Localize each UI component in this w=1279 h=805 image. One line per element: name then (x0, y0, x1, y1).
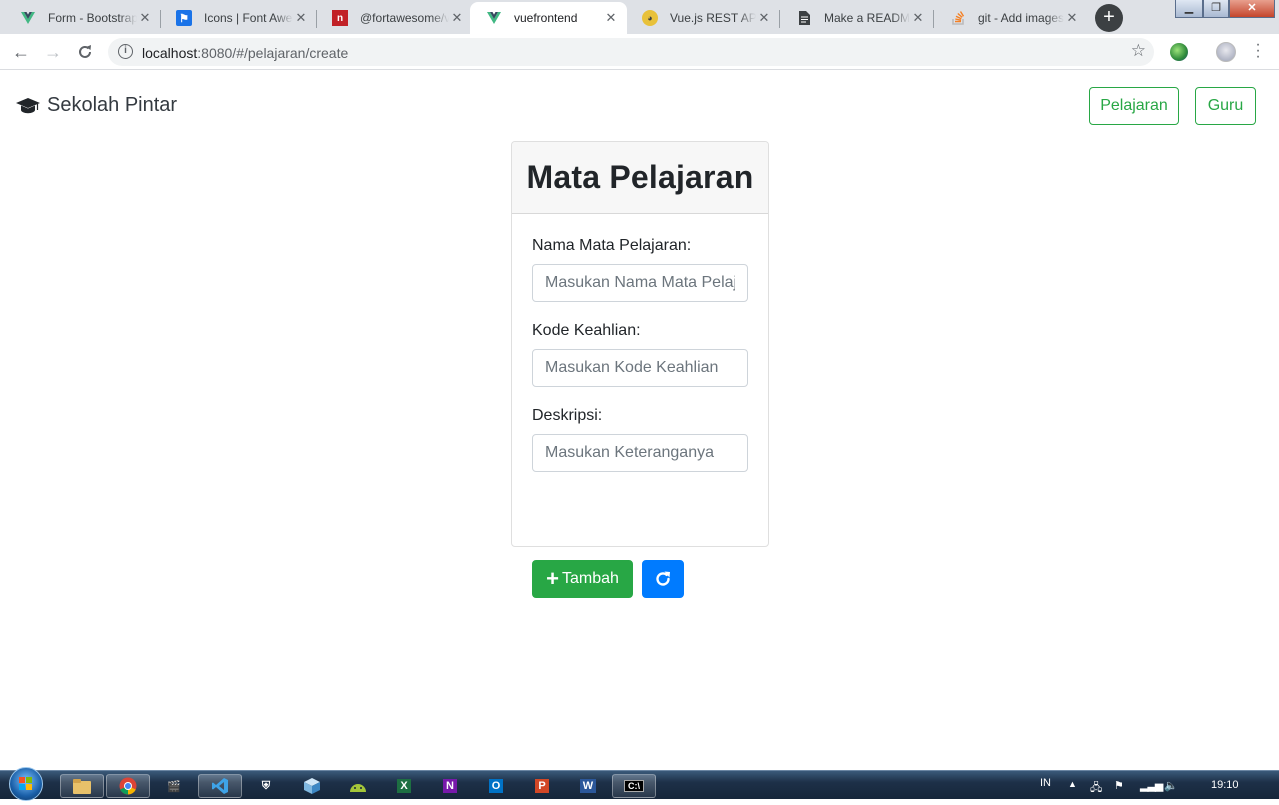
chrome-taskbar-icon[interactable] (106, 774, 150, 798)
signal-icon[interactable]: ▂▃▅ (1140, 779, 1163, 792)
url-text: localhost:8080/#/pelajaran/create (142, 45, 349, 61)
onenote-taskbar-icon[interactable]: N (428, 774, 472, 798)
nama-mata-pelajaran-label: Nama Mata Pelajaran: (532, 237, 692, 254)
back-button[interactable]: ← (9, 40, 33, 64)
bird-icon: ◕ (642, 10, 658, 26)
nav-pelajaran-button[interactable]: Pelajaran (1089, 87, 1179, 125)
close-tab-icon[interactable]: ✕ (449, 10, 465, 26)
language-indicator[interactable]: IN (1040, 777, 1051, 789)
deskripsi-label: Deskripsi: (532, 407, 603, 424)
powerpoint-taskbar-icon[interactable]: P (520, 774, 564, 798)
reload-button[interactable] (73, 40, 97, 64)
close-window-button[interactable]: ✕ (1229, 0, 1275, 18)
brand[interactable]: Sekolah Pintar (16, 94, 177, 117)
form-card: Mata Pelajaran Nama Mata Pelajaran: Kode… (511, 141, 769, 598)
npm-icon: n (332, 10, 348, 26)
tab-icons-font-awesome[interactable]: ⚑ Icons | Font Awesome ✕ (160, 2, 317, 34)
close-tab-icon[interactable]: ✕ (756, 10, 772, 26)
outlook-taskbar-icon[interactable]: O (474, 774, 518, 798)
redo-icon (656, 571, 670, 586)
bookmark-star-icon[interactable]: ☆ (1131, 41, 1146, 61)
word-taskbar-icon[interactable]: W (566, 774, 610, 798)
tab-form-bootstrap[interactable]: Form - Bootstrap ✕ (4, 2, 161, 34)
excel-taskbar-icon[interactable]: X (382, 774, 426, 798)
tambah-label: Tambah (561, 570, 619, 587)
close-tab-icon[interactable]: ✕ (603, 10, 619, 26)
android-taskbar-icon[interactable] (336, 774, 380, 798)
document-icon (796, 10, 812, 26)
show-hidden-icons-icon[interactable]: ▲ (1068, 779, 1077, 789)
kode-keahlian-label: Kode Keahlian: (532, 322, 641, 339)
reload-icon (79, 45, 91, 58)
windows-taskbar: 🎬 ⛨ X N O P W C:\ IN ▲ 🖧 ⚑ ▂▃▅ 🔈 19:10 (0, 767, 1279, 801)
maximize-window-button[interactable]: ❐ (1203, 0, 1229, 18)
close-tab-icon[interactable]: ✕ (293, 10, 309, 26)
windows-logo-icon (19, 777, 32, 790)
browser-menu-icon[interactable]: · · · (1253, 37, 1263, 65)
tab-vuefrontend[interactable]: vuefrontend ✕ (470, 2, 627, 34)
vue-icon (20, 10, 36, 26)
tambah-button[interactable]: + Tambah (532, 560, 633, 598)
plus-icon: + (546, 566, 559, 591)
vue-devtools-taskbar-icon[interactable]: ⛨ (244, 774, 288, 798)
nav-guru-button[interactable]: Guru (1195, 87, 1256, 125)
reset-button[interactable] (642, 560, 684, 598)
tab-vuejs-rest-api[interactable]: ◕ Vue.js REST API CRUD ✕ (626, 2, 780, 34)
volume-icon[interactable]: 🔈 (1164, 779, 1178, 792)
forward-button[interactable]: → (41, 40, 65, 64)
profile-avatar[interactable] (1216, 42, 1236, 62)
start-button[interactable] (9, 767, 43, 801)
explorer-taskbar-icon[interactable] (60, 774, 104, 798)
address-bar[interactable]: i localhost:8080/#/pelajaran/create ☆ (108, 38, 1154, 66)
vscode-taskbar-icon[interactable] (198, 774, 242, 798)
clock[interactable]: 19:10 (1211, 779, 1239, 791)
tab-strip: Form - Bootstrap ✕ ⚑ Icons | Font Awesom… (0, 0, 1279, 34)
browser-toolbar: ← → i localhost:8080/#/pelajaran/create … (0, 34, 1279, 70)
info-icon[interactable]: i (118, 44, 133, 59)
brand-name: Sekolah Pintar (47, 94, 178, 116)
network-error-icon[interactable]: 🖧 (1090, 779, 1102, 798)
vue-icon (486, 10, 502, 26)
deskripsi-input[interactable] (532, 434, 748, 472)
new-tab-button[interactable]: + (1095, 4, 1123, 32)
tab-fortawesome[interactable]: n @fortawesome/vue-fontawesome ✕ (316, 2, 473, 34)
graduation-cap-icon (16, 97, 40, 113)
close-tab-icon[interactable]: ✕ (1064, 10, 1080, 26)
extension-globe-icon[interactable] (1170, 43, 1188, 61)
nama-mata-pelajaran-input[interactable] (532, 264, 748, 302)
close-tab-icon[interactable]: ✕ (910, 10, 926, 26)
card-header: Mata Pelajaran (512, 142, 768, 214)
box-taskbar-icon[interactable] (290, 774, 334, 798)
tab-make-readme[interactable]: Make a README ✕ (780, 2, 934, 34)
clapper-taskbar-icon[interactable]: 🎬 (152, 774, 196, 798)
stackoverflow-icon (950, 10, 966, 26)
flag-icon: ⚑ (176, 10, 192, 26)
tab-git-add-images[interactable]: git - Add images ✕ (934, 2, 1088, 34)
form-title: Mata Pelajaran (526, 159, 754, 195)
action-center-icon[interactable]: ⚑ (1114, 779, 1124, 792)
cmd-taskbar-icon[interactable]: C:\ (612, 774, 656, 798)
minimize-window-button[interactable]: ▁ (1175, 0, 1203, 18)
close-tab-icon[interactable]: ✕ (137, 10, 153, 26)
kode-keahlian-input[interactable] (532, 349, 748, 387)
